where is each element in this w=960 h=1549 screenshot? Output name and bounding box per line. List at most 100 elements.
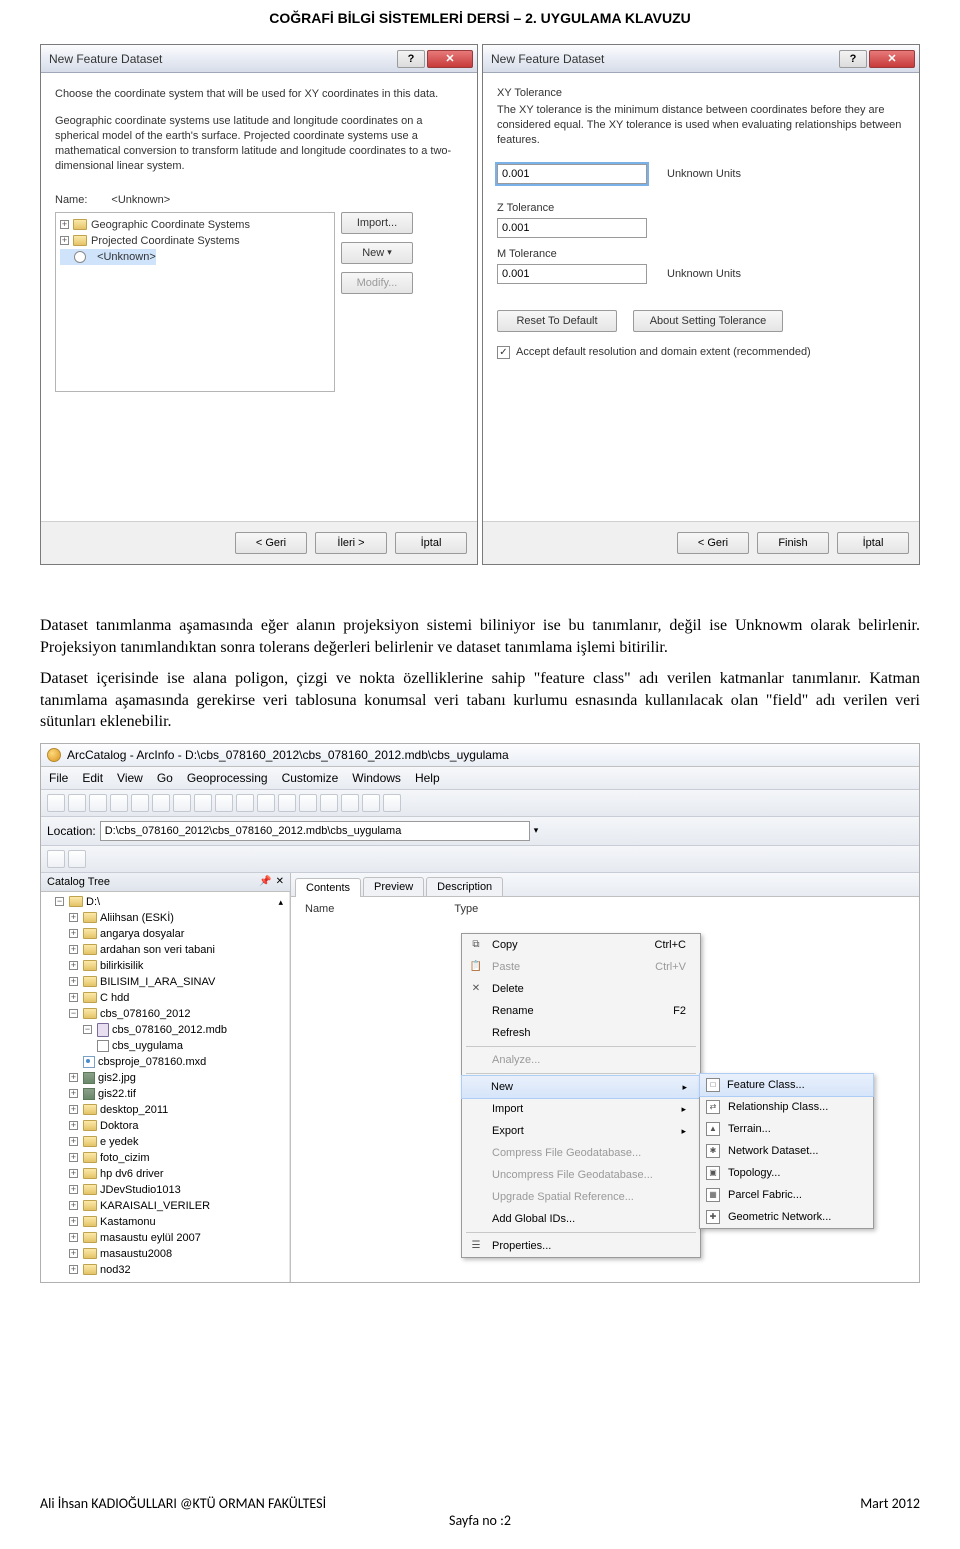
collapse-icon[interactable]: − bbox=[69, 1009, 78, 1018]
expand-icon[interactable]: + bbox=[60, 236, 69, 245]
back-button[interactable]: < Geri bbox=[235, 532, 307, 554]
tree-item[interactable]: KARAISALI_VERILER bbox=[100, 1198, 210, 1214]
tool-icon[interactable] bbox=[173, 794, 191, 812]
tree-item[interactable]: Aliihsan (ESKİ) bbox=[100, 910, 174, 926]
tree-item[interactable]: BILISIM_I_ARA_SINAV bbox=[100, 974, 215, 990]
tree-item[interactable]: bilirkisilik bbox=[100, 958, 143, 974]
menu-help[interactable]: Help bbox=[415, 771, 440, 785]
ctx-delete[interactable]: ✕Delete bbox=[462, 978, 700, 1000]
tool-icon[interactable] bbox=[215, 794, 233, 812]
reset-default-button[interactable]: Reset To Default bbox=[497, 310, 617, 332]
collapse-icon[interactable]: − bbox=[55, 897, 64, 906]
expand-icon[interactable]: + bbox=[69, 1249, 78, 1258]
tree-item[interactable]: Kastamonu bbox=[100, 1214, 156, 1230]
expand-icon[interactable]: + bbox=[69, 945, 78, 954]
tool-icon[interactable] bbox=[194, 794, 212, 812]
cancel-button[interactable]: İptal bbox=[395, 532, 467, 554]
about-tolerance-button[interactable]: About Setting Tolerance bbox=[633, 310, 783, 332]
tool-icon[interactable] bbox=[257, 794, 275, 812]
tree-item[interactable]: foto_cizim bbox=[100, 1150, 150, 1166]
tree-raster[interactable]: gis2.jpg bbox=[98, 1070, 136, 1086]
ctx-properties[interactable]: ☰Properties... bbox=[462, 1235, 700, 1257]
menu-go[interactable]: Go bbox=[157, 771, 173, 785]
submenu-parcel-fabric[interactable]: ▦Parcel Fabric... bbox=[700, 1184, 873, 1206]
tree-item[interactable]: desktop_2011 bbox=[100, 1102, 168, 1118]
tree-mxd[interactable]: cbsproje_078160.mxd bbox=[98, 1054, 206, 1070]
submenu-relationship-class[interactable]: ⇄Relationship Class... bbox=[700, 1096, 873, 1118]
tree-item[interactable]: cbs_078160_2012 bbox=[100, 1006, 191, 1022]
close-icon[interactable]: ✕ bbox=[427, 50, 473, 68]
menu-windows[interactable]: Windows bbox=[352, 771, 401, 785]
expand-icon[interactable]: + bbox=[69, 1185, 78, 1194]
menu-edit[interactable]: Edit bbox=[82, 771, 103, 785]
expand-icon[interactable]: + bbox=[69, 913, 78, 922]
z-tolerance-input[interactable] bbox=[497, 218, 647, 238]
collapse-icon[interactable]: − bbox=[83, 1025, 92, 1034]
back-button[interactable]: < Geri bbox=[677, 532, 749, 554]
expand-icon[interactable]: + bbox=[69, 1073, 78, 1082]
tool-icon[interactable] bbox=[47, 794, 65, 812]
tree-item[interactable]: Doktora bbox=[100, 1118, 139, 1134]
tool-icon[interactable] bbox=[110, 794, 128, 812]
coord-system-tree[interactable]: + Geographic Coordinate Systems + Projecte… bbox=[55, 212, 335, 392]
tool-icon[interactable] bbox=[131, 794, 149, 812]
tool-icon[interactable] bbox=[68, 850, 86, 868]
import-button[interactable]: Import... bbox=[341, 212, 413, 234]
tree-item[interactable]: masaustu eylül 2007 bbox=[100, 1230, 201, 1246]
expand-icon[interactable]: + bbox=[69, 1201, 78, 1210]
tree-gcs[interactable]: Geographic Coordinate Systems bbox=[91, 217, 250, 233]
tree-dataset[interactable]: cbs_uygulama bbox=[112, 1038, 183, 1054]
m-tolerance-input[interactable] bbox=[497, 264, 647, 284]
help-icon[interactable]: ? bbox=[839, 50, 867, 68]
menu-customize[interactable]: Customize bbox=[282, 771, 339, 785]
column-name[interactable]: Name bbox=[305, 903, 334, 915]
expand-icon[interactable]: + bbox=[69, 1217, 78, 1226]
expand-icon[interactable]: + bbox=[69, 929, 78, 938]
new-button[interactable]: New ▾ bbox=[341, 242, 413, 264]
tree-item[interactable]: C hdd bbox=[100, 990, 129, 1006]
tool-icon[interactable] bbox=[383, 794, 401, 812]
ctx-refresh[interactable]: Refresh bbox=[462, 1022, 700, 1044]
expand-icon[interactable]: + bbox=[60, 220, 69, 229]
menu-file[interactable]: File bbox=[49, 771, 68, 785]
expand-icon[interactable]: + bbox=[69, 1089, 78, 1098]
expand-icon[interactable]: + bbox=[69, 1121, 78, 1130]
tree-raster[interactable]: gis22.tif bbox=[98, 1086, 136, 1102]
expand-icon[interactable]: + bbox=[69, 961, 78, 970]
column-type[interactable]: Type bbox=[454, 903, 478, 915]
submenu-geometric-network[interactable]: ✚Geometric Network... bbox=[700, 1206, 873, 1228]
ctx-new[interactable]: New▸ bbox=[461, 1075, 701, 1099]
tool-icon[interactable] bbox=[362, 794, 380, 812]
ctx-import[interactable]: Import▸ bbox=[462, 1098, 700, 1120]
menu-geoprocessing[interactable]: Geoprocessing bbox=[187, 771, 268, 785]
expand-icon[interactable]: + bbox=[69, 1265, 78, 1274]
cancel-button[interactable]: İptal bbox=[837, 532, 909, 554]
tree-item[interactable]: nod32 bbox=[100, 1262, 131, 1278]
menu-view[interactable]: View bbox=[117, 771, 143, 785]
catalog-tree[interactable]: −D:\▴ +Aliihsan (ESKİ) +angarya dosyalar… bbox=[41, 892, 290, 1282]
tool-icon[interactable] bbox=[89, 794, 107, 812]
expand-icon[interactable]: + bbox=[69, 1153, 78, 1162]
tool-icon[interactable] bbox=[152, 794, 170, 812]
expand-icon[interactable]: + bbox=[69, 1169, 78, 1178]
xy-tolerance-input[interactable] bbox=[497, 164, 647, 184]
expand-icon[interactable]: + bbox=[69, 977, 78, 986]
expand-icon[interactable]: + bbox=[69, 993, 78, 1002]
tree-item[interactable]: ardahan son veri tabani bbox=[100, 942, 215, 958]
ctx-export[interactable]: Export▸ bbox=[462, 1120, 700, 1142]
tool-icon[interactable] bbox=[68, 794, 86, 812]
tree-pcs[interactable]: Projected Coordinate Systems bbox=[91, 233, 240, 249]
finish-button[interactable]: Finish bbox=[757, 532, 829, 554]
tree-unknown[interactable]: <Unknown> bbox=[97, 249, 156, 265]
tree-item[interactable]: e yedek bbox=[100, 1134, 139, 1150]
submenu-network-dataset[interactable]: ✱Network Dataset... bbox=[700, 1140, 873, 1162]
expand-icon[interactable]: + bbox=[69, 1137, 78, 1146]
tool-icon[interactable] bbox=[299, 794, 317, 812]
tool-icon[interactable] bbox=[278, 794, 296, 812]
scroll-up-icon[interactable]: ▴ bbox=[278, 894, 287, 910]
tab-description[interactable]: Description bbox=[426, 877, 503, 896]
help-icon[interactable]: ? bbox=[397, 50, 425, 68]
location-input[interactable] bbox=[100, 821, 530, 841]
tree-root[interactable]: D:\ bbox=[86, 894, 100, 910]
expand-icon[interactable]: + bbox=[69, 1233, 78, 1242]
